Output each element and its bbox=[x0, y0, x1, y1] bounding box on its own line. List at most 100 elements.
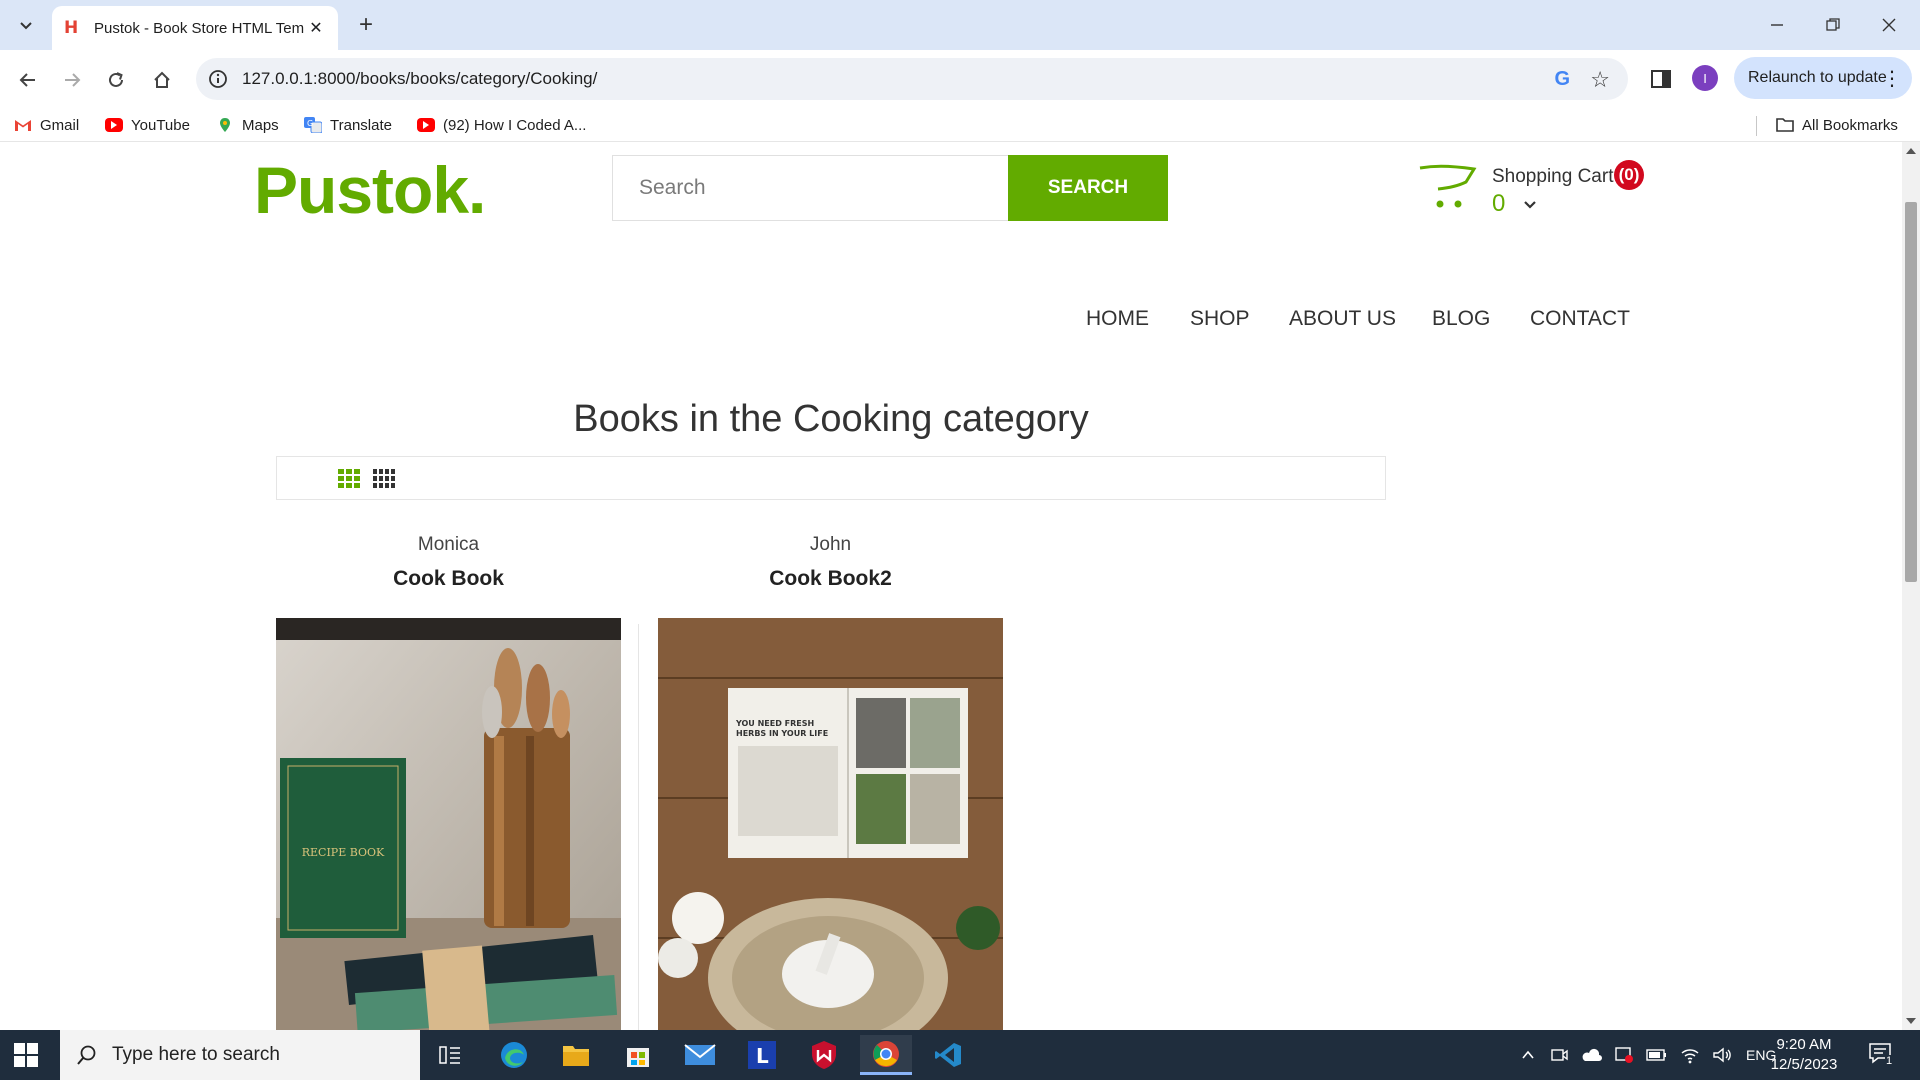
meet-now-icon[interactable] bbox=[1550, 1046, 1568, 1064]
notification-center-button[interactable]: 1 bbox=[1868, 1042, 1900, 1070]
profile-avatar[interactable]: I bbox=[1692, 65, 1718, 91]
wifi-icon[interactable] bbox=[1680, 1046, 1700, 1064]
forward-button[interactable] bbox=[56, 64, 88, 96]
chrome-icon[interactable] bbox=[860, 1035, 912, 1075]
close-tab-icon[interactable]: ✕ bbox=[306, 18, 326, 38]
task-view-icon[interactable] bbox=[424, 1035, 476, 1075]
taskbar-search[interactable]: Type here to search bbox=[60, 1030, 420, 1080]
volume-icon[interactable] bbox=[1712, 1046, 1732, 1064]
new-tab-button[interactable]: + bbox=[352, 11, 380, 39]
taskbar-search-placeholder: Type here to search bbox=[112, 1044, 280, 1065]
windows-taskbar: Type here to search L ENG 9:20 AM 12/5/2 bbox=[0, 1030, 1920, 1080]
nav-home[interactable]: HOME bbox=[1086, 302, 1149, 336]
product-card[interactable]: John Cook Book2 YOU NEED FRESH HERBS IN … bbox=[658, 528, 1003, 1030]
scrollbar-thumb[interactable] bbox=[1905, 202, 1917, 582]
google-lens-icon[interactable]: G bbox=[1554, 68, 1570, 91]
product-card[interactable]: Monica Cook Book RECIPE BOOK bbox=[276, 528, 621, 1030]
url-text: 127.0.0.1:8000/books/books/category/Cook… bbox=[242, 69, 598, 88]
edge-icon[interactable] bbox=[488, 1035, 540, 1075]
onedrive-icon[interactable] bbox=[1580, 1047, 1602, 1063]
grid-3-view-icon[interactable] bbox=[338, 469, 360, 489]
page-scrollbar[interactable] bbox=[1902, 142, 1920, 1030]
reload-icon bbox=[109, 72, 123, 87]
mail-icon[interactable] bbox=[674, 1035, 726, 1075]
relaunch-button[interactable]: Relaunch to update ⋮ bbox=[1734, 57, 1912, 99]
youtube-icon bbox=[105, 118, 123, 132]
security-alert-icon[interactable] bbox=[1614, 1046, 1634, 1064]
l-app-icon[interactable]: L bbox=[736, 1035, 788, 1075]
svg-text:HERBS IN YOUR LIFE: HERBS IN YOUR LIFE bbox=[736, 729, 828, 738]
side-panel-icon[interactable] bbox=[1648, 66, 1674, 92]
chevron-up-icon[interactable] bbox=[1520, 1047, 1536, 1063]
site-info-icon[interactable] bbox=[208, 69, 228, 89]
browser-tab-active[interactable]: H Pustok - Book Store HTML Template ✕ bbox=[52, 6, 338, 50]
nav-blog-link[interactable]: BLOG bbox=[1432, 307, 1490, 331]
nav-shop-link[interactable]: SHOP bbox=[1190, 307, 1250, 331]
bookmark-star-icon[interactable]: ☆ bbox=[1590, 67, 1610, 93]
tab-search-button[interactable] bbox=[12, 11, 40, 39]
shopping-cart[interactable]: Shopping Cart (0) 0 bbox=[1418, 160, 1648, 230]
site-favicon-icon: H bbox=[64, 18, 79, 38]
product-title[interactable]: Cook Book bbox=[276, 562, 621, 596]
back-button[interactable] bbox=[12, 64, 44, 96]
all-bookmarks-button[interactable]: All Bookmarks bbox=[1776, 114, 1898, 136]
nav-contact[interactable]: CONTACT bbox=[1530, 302, 1630, 336]
restore-button[interactable] bbox=[1810, 10, 1856, 40]
grid-4-view-icon[interactable] bbox=[373, 469, 395, 489]
bookmark-translate[interactable]: G Translate bbox=[304, 114, 392, 136]
home-button[interactable] bbox=[146, 64, 178, 96]
system-clock[interactable]: 9:20 AM 12/5/2023 bbox=[1762, 1035, 1846, 1075]
bookmark-youtube[interactable]: YouTube bbox=[105, 114, 190, 136]
system-tray: ENG bbox=[1520, 1030, 1776, 1080]
clock-time: 9:20 AM bbox=[1776, 1036, 1832, 1053]
nav-shop[interactable]: SHOP bbox=[1190, 302, 1250, 336]
arrow-right-icon bbox=[65, 73, 81, 87]
home-icon bbox=[154, 71, 170, 88]
scroll-down-arrow-icon[interactable] bbox=[1906, 1018, 1916, 1024]
bookmark-label: YouTube bbox=[131, 116, 190, 134]
reload-button[interactable] bbox=[100, 64, 132, 96]
bookmarks-divider bbox=[1756, 116, 1757, 136]
translate-icon: G bbox=[304, 117, 322, 133]
browser-tab-bar: H Pustok - Book Store HTML Template ✕ + bbox=[0, 0, 1920, 50]
view-mode-toolbar bbox=[276, 456, 1386, 500]
bookmarks-bar: Gmail YouTube Maps G Translate (92) How … bbox=[0, 108, 1920, 142]
cart-total: 0 bbox=[1492, 190, 1506, 217]
page-title: Books in the Cooking category bbox=[573, 398, 1089, 440]
open-cookbook-photo[interactable]: YOU NEED FRESH HERBS IN YOUR LIFE bbox=[658, 618, 1003, 1030]
close-window-button[interactable] bbox=[1866, 10, 1912, 40]
vscode-icon[interactable] bbox=[922, 1035, 974, 1075]
windows-start-icon[interactable] bbox=[14, 1043, 38, 1067]
scroll-up-arrow-icon[interactable] bbox=[1906, 148, 1916, 154]
nav-about-us[interactable]: ABOUT US bbox=[1289, 302, 1396, 336]
bookmark-label: Gmail bbox=[40, 116, 80, 134]
nav-about-link[interactable]: ABOUT US bbox=[1289, 307, 1396, 331]
file-explorer-icon[interactable] bbox=[550, 1035, 602, 1075]
nav-contact-link[interactable]: CONTACT bbox=[1530, 307, 1630, 331]
more-menu-icon[interactable]: ⋮ bbox=[1882, 66, 1902, 91]
product-author[interactable]: John bbox=[658, 528, 1003, 562]
microsoft-store-icon[interactable] bbox=[612, 1035, 664, 1075]
battery-icon[interactable] bbox=[1646, 1048, 1668, 1062]
nav-home-link[interactable]: HOME bbox=[1086, 307, 1149, 331]
recipe-book-photo[interactable]: RECIPE BOOK bbox=[276, 618, 621, 1030]
minimize-button[interactable] bbox=[1754, 10, 1800, 40]
bookmark-maps[interactable]: Maps bbox=[216, 114, 279, 136]
cart-label: Shopping Cart bbox=[1492, 166, 1614, 187]
chevron-down-icon[interactable] bbox=[1520, 194, 1540, 214]
product-author[interactable]: Monica bbox=[276, 528, 621, 562]
bookmark-gmail[interactable]: Gmail bbox=[14, 114, 79, 136]
maps-icon bbox=[216, 118, 234, 132]
tab-title: Pustok - Book Store HTML Template bbox=[94, 19, 304, 37]
product-title[interactable]: Cook Book2 bbox=[658, 562, 1003, 596]
search-input[interactable] bbox=[612, 155, 1010, 221]
mcafee-icon[interactable] bbox=[798, 1035, 850, 1075]
address-bar[interactable]: 127.0.0.1:8000/books/books/category/Cook… bbox=[196, 58, 1628, 100]
bookmark-video[interactable]: (92) How I Coded A... bbox=[417, 114, 586, 136]
search-button[interactable]: SEARCH bbox=[1008, 155, 1168, 221]
svg-text:YOU NEED FRESH: YOU NEED FRESH bbox=[735, 719, 814, 728]
close-icon bbox=[1882, 18, 1896, 32]
youtube-icon bbox=[417, 118, 435, 132]
site-logo[interactable]: Pustok. bbox=[254, 152, 486, 228]
nav-blog[interactable]: BLOG bbox=[1432, 302, 1490, 336]
